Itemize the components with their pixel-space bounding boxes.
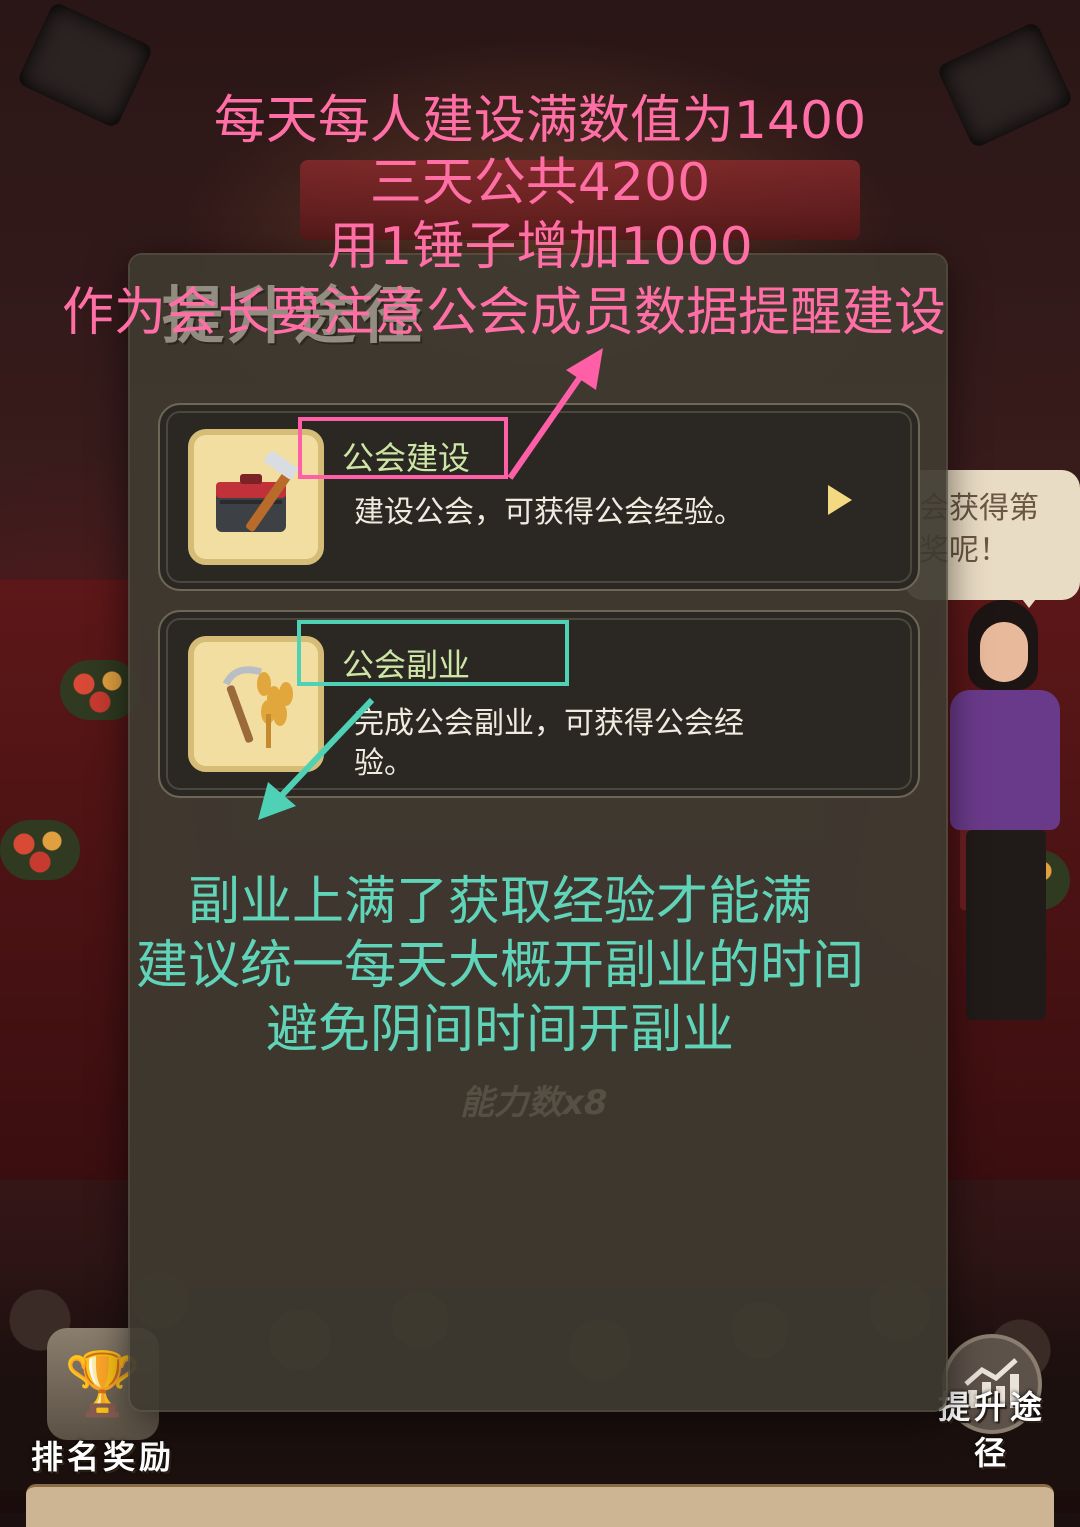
annotation-arrow-teal (279, 697, 375, 798)
annotation-arrow-pink (507, 368, 588, 480)
annotation-teal-line-3: 避免阴间时间开副业 (265, 1000, 734, 1060)
annotation-arrow-pink-head (566, 348, 603, 390)
annotation-arrows (258, 348, 603, 820)
annotation-teal-line-2: 建议统一每天大概开副业的时间 (135, 936, 864, 996)
annotation-teal-line-1: 副业上满了获取经验才能满 (187, 872, 812, 932)
